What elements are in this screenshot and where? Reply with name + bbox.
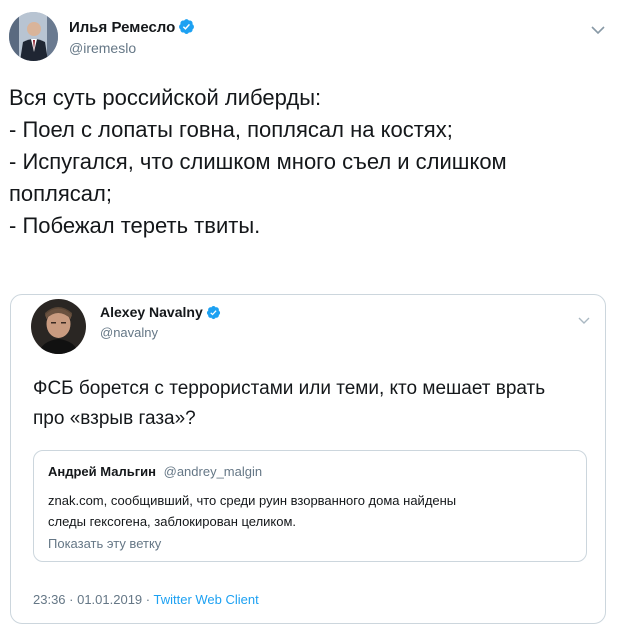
author-avatar[interactable] [9, 12, 58, 61]
nested-quote-text: znak.com, сообщивший, что среди руин взо… [48, 490, 456, 532]
tweet-text-line: - Побежал тереть твиты. [9, 213, 261, 238]
tweet-text: Вся суть российской либерды: - Поел с ло… [9, 82, 507, 242]
quoted-author-name[interactable]: Alexey Navalny [100, 304, 221, 320]
author-name[interactable]: Илья Ремесло [69, 18, 195, 36]
avatar-figure-icon [9, 12, 58, 61]
quoted-tweet-text: ФСБ борется с террористами или теми, кто… [33, 374, 545, 434]
quoted-author-name-text[interactable]: Alexey Navalny [100, 304, 203, 320]
nested-text-line: znak.com, сообщивший, что среди руин взо… [48, 493, 457, 508]
show-thread-link[interactable]: Показать эту ветку [48, 536, 161, 551]
quoted-text-line: про «взрыв газа»? [33, 408, 196, 429]
author-handle[interactable]: @iremeslo [69, 40, 136, 56]
author-name-text[interactable]: Илья Ремесло [69, 19, 175, 36]
tweet-text-line: поплясал; [9, 181, 112, 206]
tweet-text-line: Вся суть российской либерды: [9, 85, 322, 110]
verified-badge-icon [206, 305, 220, 320]
tweet-timestamp[interactable]: 23:36 · 01.01.2019 · [33, 592, 150, 607]
tweet-text-line: - Поел с лопаты говна, поплясал на костя… [9, 117, 453, 142]
tweet-text-line: - Испугался, что слишком много съел и сл… [9, 149, 507, 174]
nested-author-handle[interactable]: @andrey_malgin [164, 464, 262, 479]
quoted-author-handle[interactable]: @navalny [100, 325, 158, 340]
nested-text-line: следы гексогена, заблокирован целиком. [48, 514, 297, 529]
quoted-tweet-footer: 23:36 · 01.01.2019 · Twitter Web Client [33, 592, 259, 607]
chevron-down-icon[interactable] [591, 22, 605, 35]
tweet-client-link[interactable]: Twitter Web Client [153, 592, 258, 607]
nested-quote-header: Андрей Мальгин @andrey_malgin [48, 464, 262, 479]
avatar-portrait-icon [31, 299, 86, 354]
nested-author-name[interactable]: Андрей Мальгин [48, 464, 156, 479]
quoted-author-avatar[interactable] [31, 299, 86, 354]
chevron-down-icon[interactable] [578, 312, 590, 324]
quoted-text-line: ФСБ борется с террористами или теми, кто… [33, 378, 546, 399]
verified-badge-icon [179, 19, 195, 34]
